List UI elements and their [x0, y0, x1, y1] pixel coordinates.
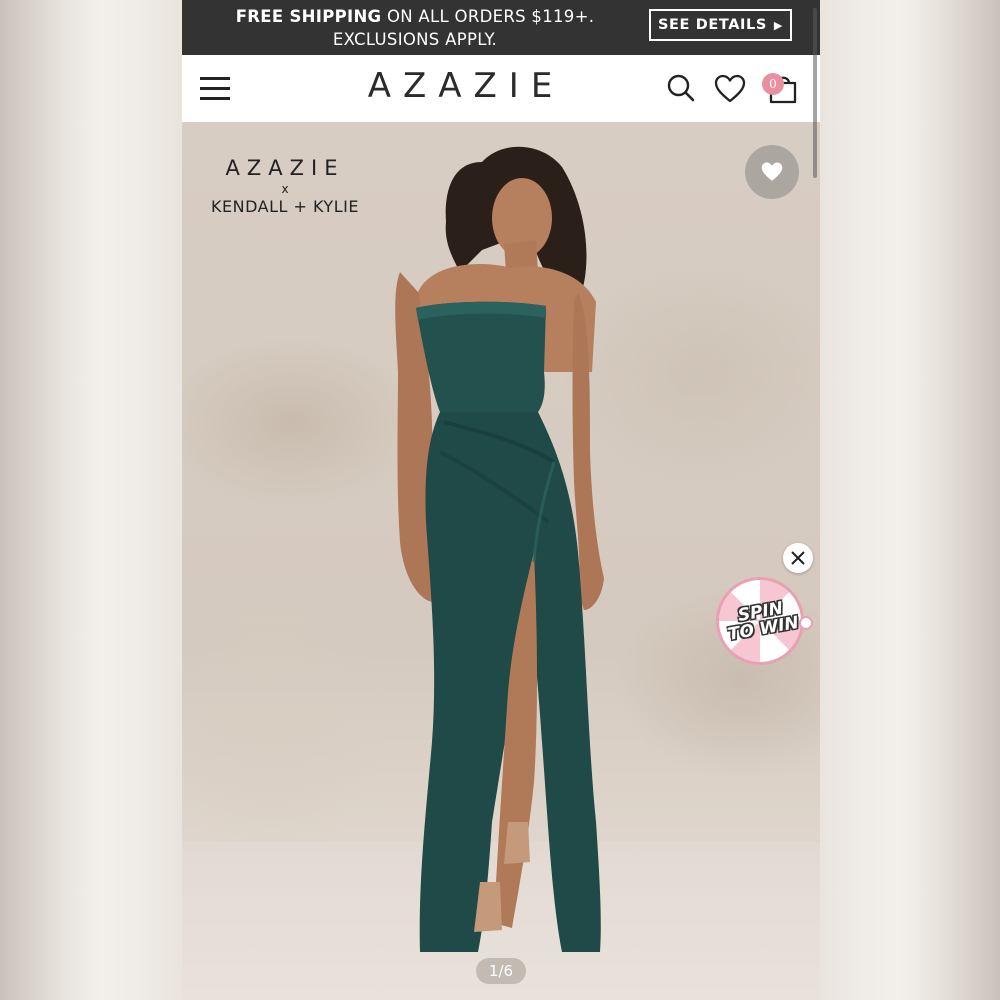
play-arrow-icon: ▶ — [773, 18, 783, 32]
spin-to-win-widget[interactable]: SPIN TO WIN — [716, 577, 813, 665]
see-details-label: SEE DETAILS — [658, 17, 767, 33]
scrollbar[interactable] — [813, 8, 817, 178]
promo-text: FREE SHIPPING ON ALL ORDERS $119+. EXCLU… — [200, 5, 630, 51]
menu-icon[interactable] — [200, 77, 230, 100]
mobile-page: FREE SHIPPING ON ALL ORDERS $119+. EXCLU… — [182, 0, 820, 1000]
wishlist-button[interactable] — [745, 145, 799, 199]
promo-banner: FREE SHIPPING ON ALL ORDERS $119+. EXCLU… — [182, 0, 820, 55]
spin-to-win-label: SPIN TO WIN — [723, 598, 802, 645]
product-image-carousel[interactable]: AZAZIE x KENDALL + KYLIE SPIN TO WIN 1/6 — [182, 122, 820, 1000]
wheel-pointer-icon — [799, 616, 813, 630]
close-icon — [791, 551, 805, 565]
close-spin-button[interactable] — [783, 543, 813, 573]
heart-filled-icon — [761, 162, 783, 181]
promo-text-rest: ON ALL ORDERS $119+. — [381, 7, 595, 26]
site-header: AZAZIE 0 — [182, 55, 820, 123]
see-details-button[interactable]: SEE DETAILS ▶ — [649, 9, 792, 41]
image-pager: 1/6 — [476, 958, 526, 984]
heart-icon[interactable] — [714, 74, 746, 104]
promo-text-line2: EXCLUSIONS APPLY. — [332, 30, 498, 49]
search-icon[interactable] — [666, 73, 696, 103]
site-logo[interactable]: AZAZIE — [336, 66, 596, 106]
cart-count-badge: 0 — [762, 73, 784, 95]
model-photo — [395, 146, 604, 952]
promo-bold-text: FREE SHIPPING — [235, 7, 382, 26]
